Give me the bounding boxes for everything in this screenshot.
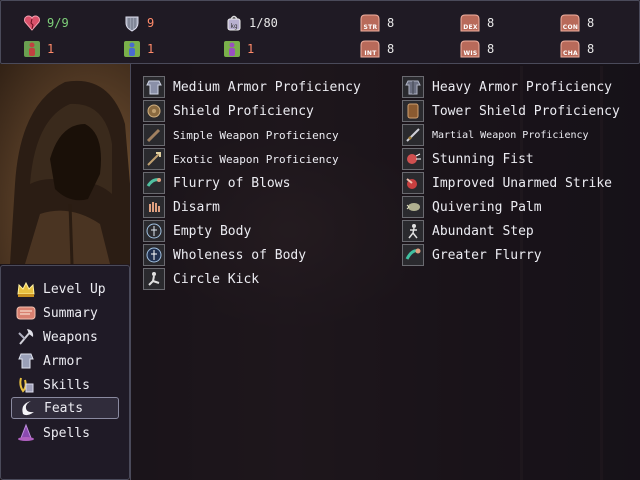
medium-armor-icon bbox=[143, 76, 165, 98]
menu-item-armor[interactable]: Armor bbox=[11, 350, 119, 372]
axe-icon bbox=[15, 327, 37, 347]
heavy-armor-icon bbox=[402, 76, 424, 98]
attribute-badge-icon: CHA bbox=[559, 39, 581, 59]
feat-item[interactable]: Simple Weapon Proficiency bbox=[143, 124, 339, 146]
ac-stat: 9 bbox=[123, 13, 154, 33]
hp-stat: 9/9 bbox=[23, 13, 69, 33]
attribute-cha: CHA 8 bbox=[559, 39, 594, 59]
attribute-dex: DEX 8 bbox=[459, 13, 494, 33]
attribute-str: STR 8 bbox=[359, 13, 394, 33]
flurry-icon bbox=[143, 172, 165, 194]
armor-icon bbox=[15, 351, 37, 371]
empty-body-icon bbox=[143, 220, 165, 242]
body-green-icon bbox=[23, 40, 41, 58]
feat-item[interactable]: Quivering Palm bbox=[402, 196, 542, 218]
wholeness-icon bbox=[143, 244, 165, 266]
heart-icon bbox=[23, 14, 41, 32]
will-stat: 1 bbox=[223, 39, 254, 59]
character-menu: Level Up Summary Weapons Armor Skills Fe… bbox=[0, 265, 130, 480]
reflex-stat: 1 bbox=[123, 39, 154, 59]
skills-icon bbox=[15, 375, 37, 395]
attribute-badge-icon: STR bbox=[359, 13, 381, 33]
unarmed-strike-icon bbox=[402, 172, 424, 194]
tower-shield-icon bbox=[402, 100, 424, 122]
weight-stat: kg 1/80 bbox=[225, 13, 278, 33]
simple-weapon-icon bbox=[143, 124, 165, 146]
hooded-figure-icon bbox=[10, 80, 130, 264]
stats-bar: 9/9 9 kg 1/80 1 1 1 STR 8 DEX 8 CON 8 IN… bbox=[0, 0, 640, 64]
feat-item[interactable]: Circle Kick bbox=[143, 268, 259, 290]
circle-kick-icon bbox=[143, 268, 165, 290]
feat-item[interactable]: Greater Flurry bbox=[402, 244, 542, 266]
character-portrait bbox=[0, 64, 131, 264]
attribute-badge-icon: DEX bbox=[459, 13, 481, 33]
disarm-icon bbox=[143, 196, 165, 218]
attribute-con: CON 8 bbox=[559, 13, 594, 33]
feats-panel: Medium Armor Proficiency Shield Proficie… bbox=[130, 64, 640, 480]
menu-item-spells[interactable]: Spells bbox=[11, 422, 119, 444]
menu-item-feats[interactable]: Feats bbox=[11, 397, 119, 419]
exotic-weapon-icon bbox=[143, 148, 165, 170]
body-purple-icon bbox=[223, 40, 241, 58]
feat-item[interactable]: Heavy Armor Proficiency bbox=[402, 76, 612, 98]
feat-item[interactable]: Stunning Fist bbox=[402, 148, 534, 170]
attribute-badge-icon: WIS bbox=[459, 39, 481, 59]
crown-icon bbox=[15, 279, 37, 299]
feat-item[interactable]: Exotic Weapon Proficiency bbox=[143, 148, 339, 170]
feat-item[interactable]: Medium Armor Proficiency bbox=[143, 76, 361, 98]
greater-flurry-icon bbox=[402, 244, 424, 266]
feat-item[interactable]: Improved Unarmed Strike bbox=[402, 172, 612, 194]
attribute-badge-icon: INT bbox=[359, 39, 381, 59]
attribute-wis: WIS 8 bbox=[459, 39, 494, 59]
menu-item-weapons[interactable]: Weapons bbox=[11, 326, 119, 348]
feat-item[interactable]: Empty Body bbox=[143, 220, 251, 242]
stunning-fist-icon bbox=[402, 148, 424, 170]
crescent-icon bbox=[16, 398, 38, 418]
menu-item-summary[interactable]: Summary bbox=[11, 302, 119, 324]
menu-item-skills[interactable]: Skills bbox=[11, 374, 119, 396]
wizard-hat-icon bbox=[15, 423, 37, 443]
scroll-icon bbox=[15, 303, 37, 323]
fortitude-stat: 1 bbox=[23, 39, 54, 59]
attribute-badge-icon: CON bbox=[559, 13, 581, 33]
svg-text:kg: kg bbox=[230, 23, 238, 30]
body-blue-icon bbox=[123, 40, 141, 58]
feat-item[interactable]: Disarm bbox=[143, 196, 220, 218]
shield-feat-icon bbox=[143, 100, 165, 122]
feat-item[interactable]: Shield Proficiency bbox=[143, 100, 314, 122]
weight-icon: kg bbox=[225, 14, 243, 32]
attribute-int: INT 8 bbox=[359, 39, 394, 59]
menu-item-level-up[interactable]: Level Up bbox=[11, 278, 119, 300]
martial-weapon-icon bbox=[402, 124, 424, 146]
feat-item[interactable]: Flurry of Blows bbox=[143, 172, 290, 194]
abundant-step-icon bbox=[402, 220, 424, 242]
feat-item[interactable]: Wholeness of Body bbox=[143, 244, 306, 266]
shield-icon bbox=[123, 14, 141, 32]
quivering-palm-icon bbox=[402, 196, 424, 218]
feat-item[interactable]: Martial Weapon Proficiency bbox=[402, 124, 589, 146]
feat-item[interactable]: Abundant Step bbox=[402, 220, 534, 242]
feat-item[interactable]: Tower Shield Proficiency bbox=[402, 100, 620, 122]
